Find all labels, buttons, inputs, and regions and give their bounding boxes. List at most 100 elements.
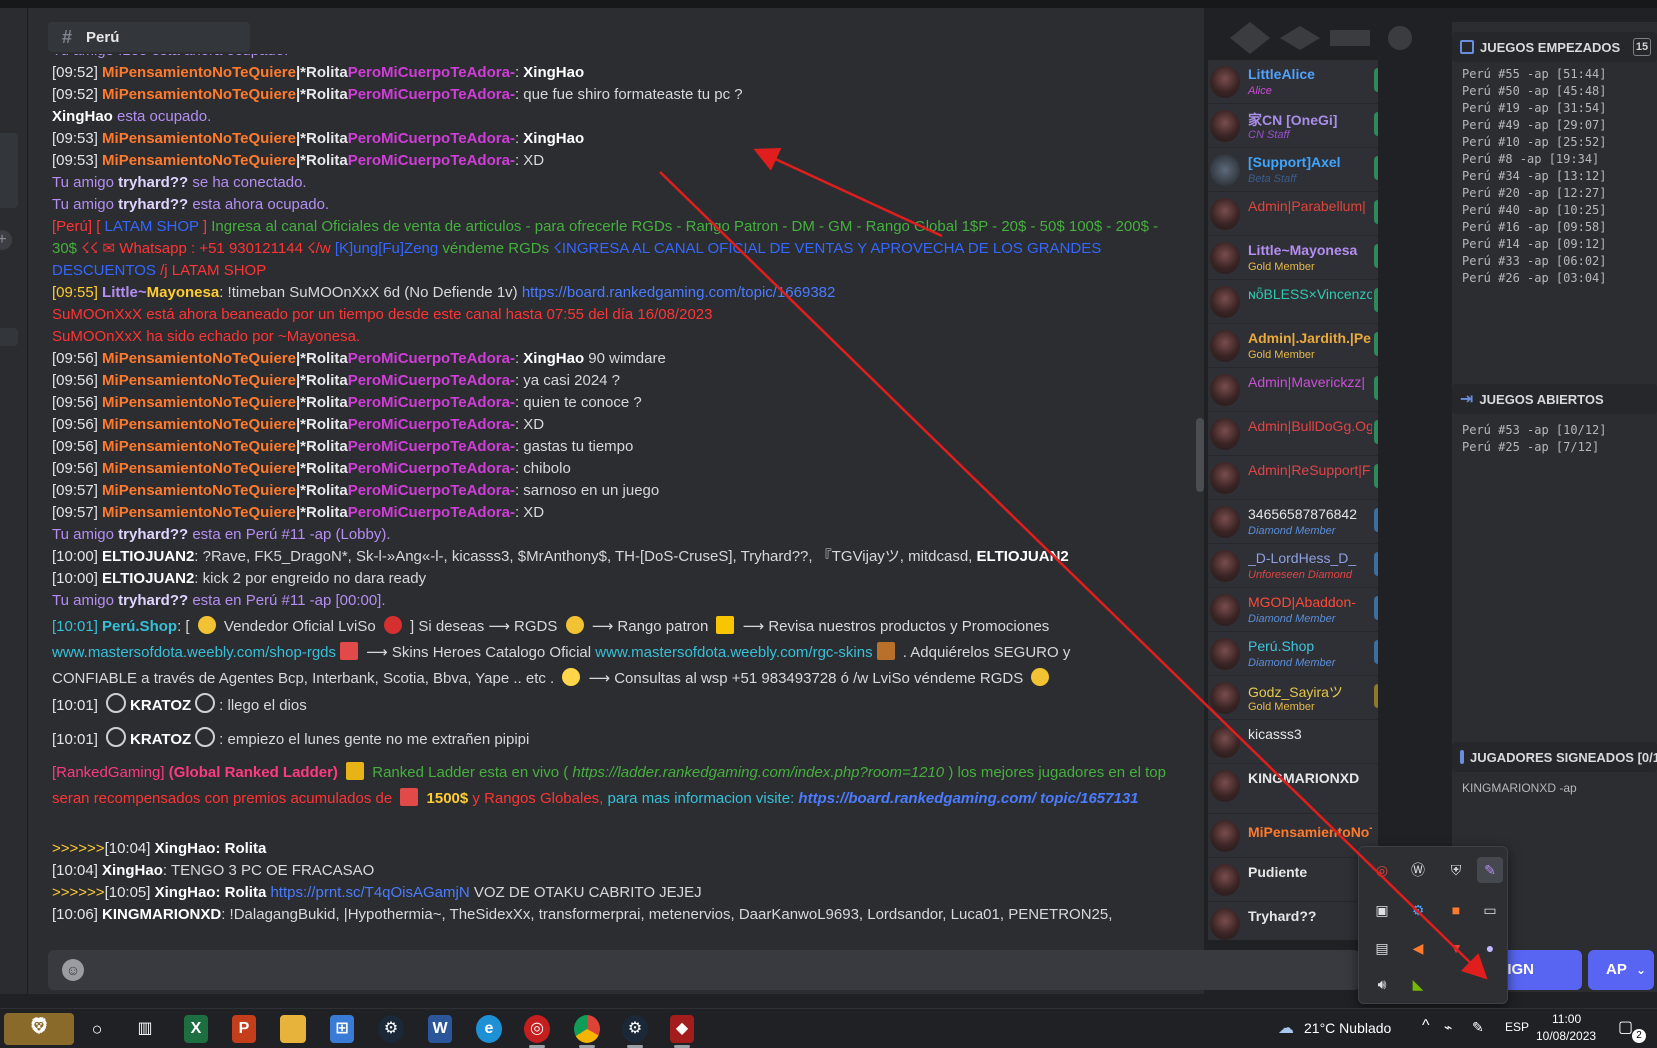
game-entry[interactable]: Perú #8 -ap [19:34] [1462, 151, 1607, 168]
member-row[interactable]: Tryhard?? [1208, 902, 1378, 940]
game-entry[interactable]: Perú #16 -ap [09:58] [1462, 219, 1607, 236]
member-row[interactable]: Admin|ReSupport|F630 [1208, 456, 1378, 500]
message-link[interactable]: https://board.rankedgaming.com/topic/166… [522, 284, 836, 301]
message-input[interactable]: ☺ [48, 950, 1360, 990]
username[interactable]: MiPensamientoNoTeQuiere [102, 152, 296, 169]
game-entry[interactable]: Perú #33 -ap [06:02] [1462, 253, 1607, 270]
member-row[interactable]: Little~MayonesaGold Member1023 [1208, 236, 1378, 280]
member-row[interactable]: Admin|BullDoGg.Og632 [1208, 412, 1378, 456]
game-entry[interactable]: Perú #19 -ap [31:54] [1462, 100, 1607, 117]
member-row[interactable]: Admin|Parabellum|1036 [1208, 192, 1378, 236]
username[interactable]: MiPensamientoNoTeQuiere [102, 482, 296, 499]
mode-select[interactable]: AP ⌄ [1588, 950, 1654, 990]
game-entry[interactable]: Perú #40 -ap [10:25] [1462, 202, 1607, 219]
wallpaper-widget-icon[interactable]: 🦁︎ [4, 1013, 74, 1045]
display-icon[interactable]: ▭ [1477, 897, 1503, 923]
username[interactable]: XingHao [155, 840, 216, 857]
game-entry[interactable]: Perú #10 -ap [25:52] [1462, 134, 1607, 151]
clock-date[interactable]: 10/08/2023 [1536, 1029, 1596, 1043]
message-link[interactable]: www.mastersofdota.weebly.com/rgc-skins [595, 644, 872, 661]
username[interactable]: ELTIOJUAN2 [102, 570, 194, 587]
username[interactable]: MiPensamientoNoTeQuiere [102, 64, 296, 81]
rankedgaming-icon[interactable]: ◎ [1369, 857, 1395, 883]
chevron-up-icon[interactable]: ^ [1422, 1017, 1430, 1035]
chat-scrollbar[interactable] [1196, 418, 1204, 492]
game-entry[interactable]: Perú #25 -ap [7/12] [1462, 439, 1607, 456]
game-entry[interactable]: Perú #55 -ap [51:44] [1462, 66, 1607, 83]
member-row[interactable]: LittleAliceAlice30042 [1208, 60, 1378, 104]
webcam-icon[interactable]: ▣ [1369, 897, 1395, 923]
username[interactable]: MiPensamientoNoTeQuiere [102, 416, 296, 433]
username[interactable]: MiPensamientoNoTeQuiere [102, 394, 296, 411]
left-rail-item[interactable] [0, 133, 18, 173]
game-entry[interactable]: Perú #20 -ap [12:27] [1462, 185, 1607, 202]
username[interactable]: MiPensamientoNoTeQuiere [102, 372, 296, 389]
username[interactable]: XingHao [102, 862, 163, 879]
username[interactable]: KRATOZ [130, 697, 191, 714]
member-row[interactable]: Godz_SayiraツGold MemberGM11 [1208, 676, 1378, 720]
notification-icon[interactable]: ▢ [1618, 1017, 1633, 1037]
member-row[interactable]: 家CN [OneGi]CN Staff25037 [1208, 104, 1378, 148]
volume-icon[interactable]: 🔊︎ [1369, 971, 1395, 997]
username[interactable]: MiPensamientoNoTeQuiere [102, 350, 296, 367]
discord-icon[interactable]: ● [1477, 935, 1503, 961]
chrome-icon[interactable] [574, 1015, 600, 1043]
signed-players-header[interactable]: JUGADORES SIGNEADOS [0/1 [1452, 742, 1657, 772]
dota-icon[interactable]: ◆ [670, 1015, 694, 1043]
username[interactable]: Little~ [102, 284, 147, 301]
edge-icon[interactable]: e [476, 1015, 502, 1043]
message-link[interactable]: https://board.rankedgaming.com/ [798, 790, 1036, 807]
member-row[interactable]: Admin|.Jardith.|PeGold Member736 [1208, 324, 1378, 368]
member-row[interactable]: 34656587876842Diamond MemberDM33 [1208, 500, 1378, 544]
member-row[interactable]: ɴȫBLESS×Vincenzo.730 [1208, 280, 1378, 324]
username[interactable]: KINGMARIONXD [102, 906, 221, 923]
game-entry[interactable]: Perú #26 -ap [03:04] [1462, 270, 1607, 287]
member-row[interactable]: Perú.ShopDiamond MemberDM42 [1208, 632, 1378, 676]
wordpress-icon[interactable]: Ⓦ [1405, 857, 1431, 883]
clock-time[interactable]: 11:00 [1552, 1012, 1581, 1026]
word-icon[interactable]: W [428, 1015, 452, 1043]
pen-icon[interactable]: ✎ [1477, 857, 1503, 883]
signed-player[interactable]: KINGMARIONXD -ap [1462, 780, 1577, 797]
member-row[interactable]: kicasss30 [1208, 720, 1378, 764]
open-games-header[interactable]: ⇥ JUEGOS ABIERTOS [1452, 384, 1657, 414]
game-entry[interactable]: Perú #14 -ap [09:12] [1462, 236, 1607, 253]
steam-app-icon[interactable]: ⚙ [622, 1015, 648, 1043]
member-row[interactable]: _D-LordHess_D_Unforeseen DiamondDM43 [1208, 544, 1378, 588]
username[interactable]: MiPensamientoNoTeQuiere [102, 438, 296, 455]
username[interactable]: XingHao [155, 884, 216, 901]
weather-text[interactable]: 21°C Nublado [1304, 1020, 1391, 1036]
username[interactable]: ELTIOJUAN2 [102, 548, 194, 565]
steam-taskbar-icon[interactable]: ⚙ [378, 1015, 404, 1043]
pen-tray-icon[interactable]: ✎ [1472, 1019, 1484, 1036]
username[interactable]: MiPensamientoNoTeQuiere [102, 504, 296, 521]
speaker-app-icon[interactable]: ◀ [1405, 935, 1431, 961]
username[interactable]: KRATOZ [130, 731, 191, 748]
network-icon[interactable]: ⌁ [1444, 1019, 1452, 1036]
left-rail-item[interactable] [0, 168, 18, 208]
add-icon[interactable]: + [0, 230, 12, 250]
message-link[interactable]: topic/1657131 [1040, 790, 1138, 807]
username[interactable]: MiPensamientoNoTeQuiere [102, 130, 296, 147]
started-games-header[interactable]: JUEGOS EMPEZADOS 15 [1452, 32, 1657, 62]
store-icon[interactable]: ⊞ [330, 1015, 354, 1043]
message-link[interactable]: https://ladder.rankedgaming.com/index.ph… [572, 764, 944, 781]
card-icon[interactable]: ▤ [1369, 935, 1395, 961]
app-icon[interactable]: ■ [1443, 897, 1469, 923]
search-icon[interactable]: ○ [82, 1015, 112, 1043]
message-link[interactable]: www.mastersofdota.weebly.com/shop-rgds [52, 644, 336, 661]
channel-header[interactable]: # Perú [48, 22, 250, 52]
cloud-icon[interactable]: ☁ [1272, 1015, 1300, 1043]
file-explorer-icon[interactable] [280, 1015, 306, 1043]
username[interactable]: Perú.Shop [102, 618, 177, 635]
member-row[interactable]: Pudiente [1208, 858, 1378, 902]
message-link[interactable]: https://prnt.sc/T4qOisAGamjN [270, 884, 469, 901]
emoji-icon[interactable]: ☺ [62, 959, 84, 981]
member-row[interactable]: MiPensamientoNoTeQ28 [1208, 814, 1378, 858]
member-row[interactable]: MGOD|Abaddon-Diamond MemberDM13 [1208, 588, 1378, 632]
member-row[interactable]: Admin|Maverickzz|724 [1208, 368, 1378, 412]
game-entry[interactable]: Perú #53 -ap [10/12] [1462, 422, 1607, 439]
steam-icon[interactable]: ⚙ [1405, 897, 1431, 923]
left-rail-item[interactable] [0, 328, 18, 346]
language-indicator[interactable]: ESP [1505, 1020, 1529, 1034]
